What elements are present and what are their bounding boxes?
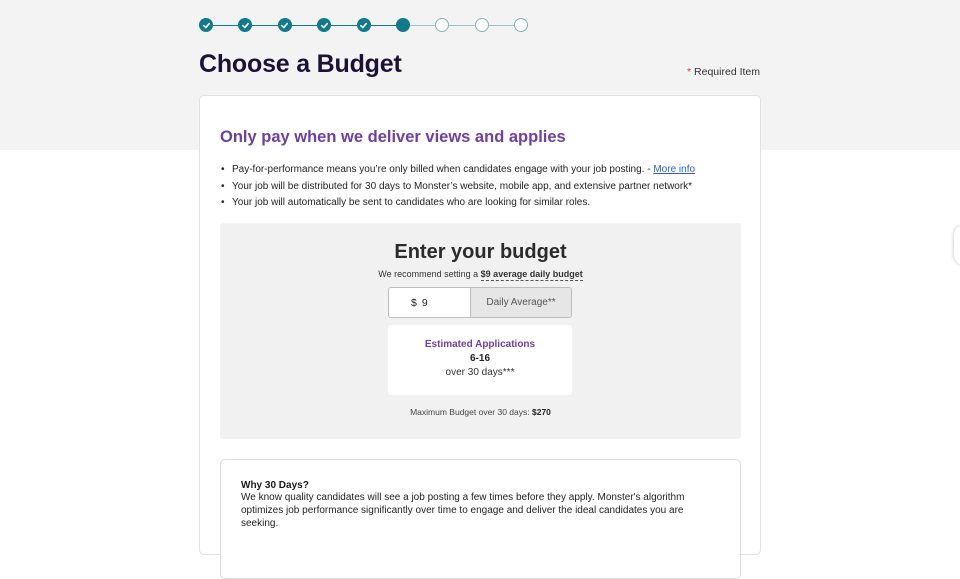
budget-title: Enter your budget [394,241,567,263]
bullet-billing: Pay-for-performance means you’re only bi… [220,162,750,179]
step-7-upcoming [435,18,450,32]
check-icon [320,21,329,30]
check-icon [359,21,368,30]
info-bullets: Pay-for-performance means you’re only bi… [220,162,750,212]
progress-stepper [199,18,529,34]
step-4-complete [317,18,332,32]
stepper-connector [331,25,357,26]
step-9-upcoming [514,18,529,32]
step-5-complete [356,18,371,32]
stepper-connector [252,25,278,26]
required-note: * Required Item [687,66,760,78]
bullet-distribution: Your job will be distributed for 30 days… [220,179,750,196]
step-1-complete [199,18,213,32]
estimate-period: over 30 days*** [445,367,515,378]
estimate-label: Estimated Applications [424,339,536,350]
step-8-upcoming [474,18,489,32]
budget-card: Only pay when we deliver views and appli… [199,95,761,579]
step-3-complete [277,18,292,32]
budget-panel: Enter your budget We recommend setting a… [220,223,741,439]
bullet-similar-roles: Your job will automatically be sent to c… [220,195,750,212]
step-2-complete [238,18,253,32]
max-budget-value: $270 [531,407,551,417]
daily-budget-input[interactable] [421,296,462,309]
estimate-range: 6-16 [469,353,490,364]
check-icon [241,21,250,30]
why-body: We know quality candidates will see a jo… [241,492,685,529]
stepper-connector [488,25,515,26]
card-heading: Only pay when we deliver views and appli… [220,128,566,146]
required-label: Required Item [694,66,760,78]
page-title: Choose a Budget [199,50,402,78]
currency-symbol: $ [411,296,417,309]
budget-input-group: $ Daily Average** [388,287,572,318]
side-panel-tab[interactable] [954,225,960,265]
stepper-connector [449,25,475,26]
why-title: Why 30 Days? [241,480,309,491]
step-6-current [396,18,410,32]
check-icon [280,21,289,30]
required-star: * [686,66,692,78]
max-budget: Maximum Budget over 30 days: $270 [410,407,551,417]
check-icon [202,21,211,30]
stepper-connector [213,25,239,26]
stepper-connector [410,25,436,26]
more-info-link[interactable]: More info [653,164,695,175]
recommendation-text: We recommend setting a $9 average daily … [378,269,583,281]
recommended-budget: $9 average daily budget [480,269,583,281]
estimate-box: Estimated Applications 6-16 over 30 days… [388,325,572,395]
budget-input-wrap[interactable]: $ [389,288,470,317]
stepper-connector [291,25,318,26]
daily-average-label: Daily Average** [470,288,571,317]
stepper-connector [370,25,396,26]
why-30-days-card: Why 30 Days? We know quality candidates … [220,459,741,579]
